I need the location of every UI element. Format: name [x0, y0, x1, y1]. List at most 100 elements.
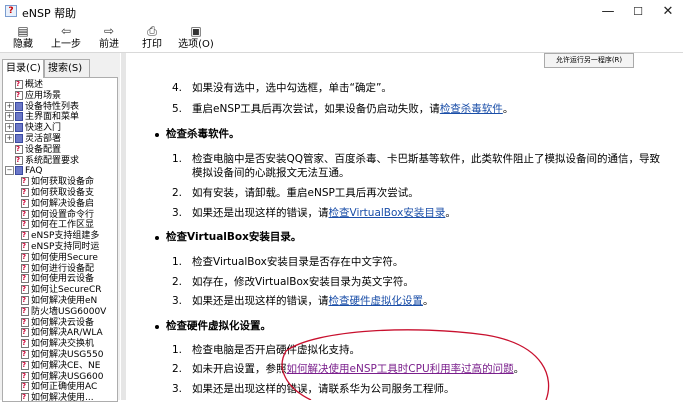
help-page-icon — [21, 295, 29, 306]
book-icon — [15, 101, 23, 111]
tab-contents[interactable]: 目录(C) — [2, 59, 44, 78]
tree-item[interactable]: 应用场景 — [5, 90, 61, 102]
tree-item[interactable]: + 快速入门 — [5, 123, 61, 134]
help-page-icon — [21, 241, 29, 252]
maximize-button[interactable]: ☐ — [623, 0, 653, 24]
tree-item-label: FAQ — [25, 166, 43, 177]
expand-icon[interactable]: + — [5, 112, 14, 122]
tree-item[interactable]: 概述 — [5, 79, 44, 91]
tree-item-label: eNSP支持同时运 — [31, 242, 100, 252]
annotation-ellipse — [281, 329, 550, 400]
tree-item-label: 如何进行设备配 — [31, 263, 95, 274]
tree-item[interactable]: 如何使用Secure — [21, 252, 98, 264]
print-button[interactable]: ⎙ 打印 — [138, 24, 166, 52]
tree-item[interactable]: 如何进行设备配 — [21, 263, 95, 275]
book-icon — [15, 166, 23, 176]
tab-search[interactable]: 搜索(S) — [44, 59, 90, 77]
tree-item-label: 主界面和菜单 — [25, 112, 80, 123]
tree-item[interactable]: 如何在工作区显 — [21, 219, 95, 231]
collapse-icon[interactable]: − — [5, 166, 14, 176]
help-page-icon — [15, 155, 23, 166]
help-page-icon — [21, 219, 29, 230]
options-button[interactable]: ▣ 选项(O) — [176, 24, 216, 52]
printer-icon: ⎙ — [147, 24, 157, 38]
tree-item-label: 如何解决使用eN — [31, 296, 98, 306]
expand-icon[interactable]: + — [5, 101, 14, 111]
tree-item-label: 概述 — [25, 80, 44, 90]
tree-item[interactable]: 如何获取设备支 — [21, 187, 95, 199]
tree-item[interactable]: 如何解决云设备 — [21, 317, 95, 329]
tree-item[interactable]: 如何解决CE、NE — [21, 360, 101, 372]
hide-pane-icon: ▤ — [17, 24, 29, 38]
tree-item[interactable]: 如何获取设备命 — [21, 176, 95, 188]
tree-item[interactable]: eNSP支持组建多 — [21, 230, 100, 242]
tree-item-label: 如何使用云设备 — [31, 274, 95, 285]
tree-item-label: 防火墙USG6000V — [31, 306, 107, 317]
tree-item-label: 设备特性列表 — [25, 101, 80, 112]
tree-item-label: 如何获取设备支 — [31, 188, 95, 198]
forward-button[interactable]: ⇨ 前进 — [94, 24, 124, 52]
minimize-button[interactable]: — — [593, 0, 623, 24]
help-page-icon — [15, 79, 23, 90]
tree-item-label: 系统配置要求 — [25, 155, 80, 166]
help-page-icon — [21, 327, 29, 338]
tree-item[interactable]: 如何解决USG600 — [21, 371, 104, 383]
tree-item-label: 如何获取设备命 — [31, 177, 95, 188]
help-page-icon — [21, 176, 29, 187]
toolbar: ▤ 隐藏 ⇦ 上一步 ⇨ 前进 ⎙ 打印 ▣ 选项(O) — [0, 24, 683, 52]
back-button[interactable]: ⇦ 上一步 — [48, 24, 84, 52]
tree-item[interactable]: 如何设置命令行 — [21, 209, 95, 221]
book-icon — [15, 112, 23, 122]
tree-item-label: 如何解决使用... — [31, 393, 94, 402]
tree-item[interactable]: eNSP支持同时运 — [21, 241, 100, 253]
tree-item-label: 如何解决USG550 — [31, 350, 104, 360]
help-page-icon — [21, 381, 29, 392]
tree-item[interactable]: 如何解决交换机 — [21, 338, 95, 350]
tree-item-label: 如何使用Secure — [31, 252, 98, 263]
tree-item-label: 如何解决USG600 — [31, 371, 104, 382]
help-page-icon — [21, 338, 29, 349]
help-page-icon — [15, 90, 23, 101]
tree-item[interactable]: 如何解决使用eN — [21, 295, 98, 307]
tree-item-label: 如何解决交换机 — [31, 339, 95, 350]
help-page-icon — [21, 349, 29, 360]
help-page-icon — [21, 371, 29, 382]
tree-item[interactable]: 防火墙USG6000V — [21, 306, 107, 318]
tree-item[interactable]: 如何解决AR/WLA — [21, 327, 103, 339]
hide-button[interactable]: ▤ 隐藏 — [8, 24, 38, 52]
help-page-icon — [21, 198, 29, 209]
help-page-icon — [21, 360, 29, 371]
book-icon — [15, 123, 23, 133]
tree-item[interactable]: 如何使用云设备 — [21, 273, 95, 285]
tree-item-label: eNSP支持组建多 — [31, 231, 100, 242]
help-page-icon — [21, 273, 29, 284]
window-title: eNSP 帮助 — [22, 7, 77, 20]
tree-item[interactable]: + 主界面和菜单 — [5, 112, 79, 123]
help-page-icon — [21, 230, 29, 241]
tree-item[interactable]: 如何正确使用AC — [21, 381, 97, 393]
tree-item[interactable]: 如何解决设备启 — [21, 198, 95, 210]
contents-tree[interactable]: 概述应用场景 + 设备特性列表 + 主界面和菜单 + 快速入门 + 灵活部署设备配置系统配置要求… — [2, 77, 118, 402]
tree-item-label: 如何设置命令行 — [31, 209, 95, 220]
tree-item-label: 如何解决设备启 — [31, 198, 95, 209]
tree-item[interactable]: + 设备特性列表 — [5, 101, 80, 113]
tree-item-label: 如何在工作区显 — [31, 220, 95, 231]
tree-item-label: 如何解决CE、NE — [31, 360, 101, 371]
expand-icon[interactable]: + — [5, 123, 14, 133]
tree-item[interactable]: 设备配置 — [5, 144, 61, 156]
tree-item[interactable]: + 灵活部署 — [5, 134, 61, 145]
help-page-icon — [21, 284, 29, 295]
tree-item[interactable]: 系统配置要求 — [5, 155, 80, 167]
options-icon: ▣ — [190, 24, 202, 38]
tree-item[interactable]: 如何解决USG550 — [21, 349, 104, 361]
back-arrow-icon: ⇦ — [60, 24, 72, 38]
tree-item[interactable]: 如何解决使用... — [21, 392, 94, 402]
tree-item-label: 如何解决云设备 — [31, 317, 95, 328]
navigation-pane: 目录(C) 搜索(S) 概述应用场景 + 设备特性列表 + 主界面和菜单 + 快速入门 + 灵活… — [0, 53, 120, 402]
close-button[interactable]: ✕ — [653, 0, 683, 24]
expand-icon[interactable]: + — [5, 134, 14, 143]
help-page-icon — [21, 392, 29, 401]
tree-item[interactable]: 如何让SecureCR — [21, 284, 101, 296]
help-page-icon — [21, 317, 29, 328]
help-page-icon — [15, 144, 23, 155]
